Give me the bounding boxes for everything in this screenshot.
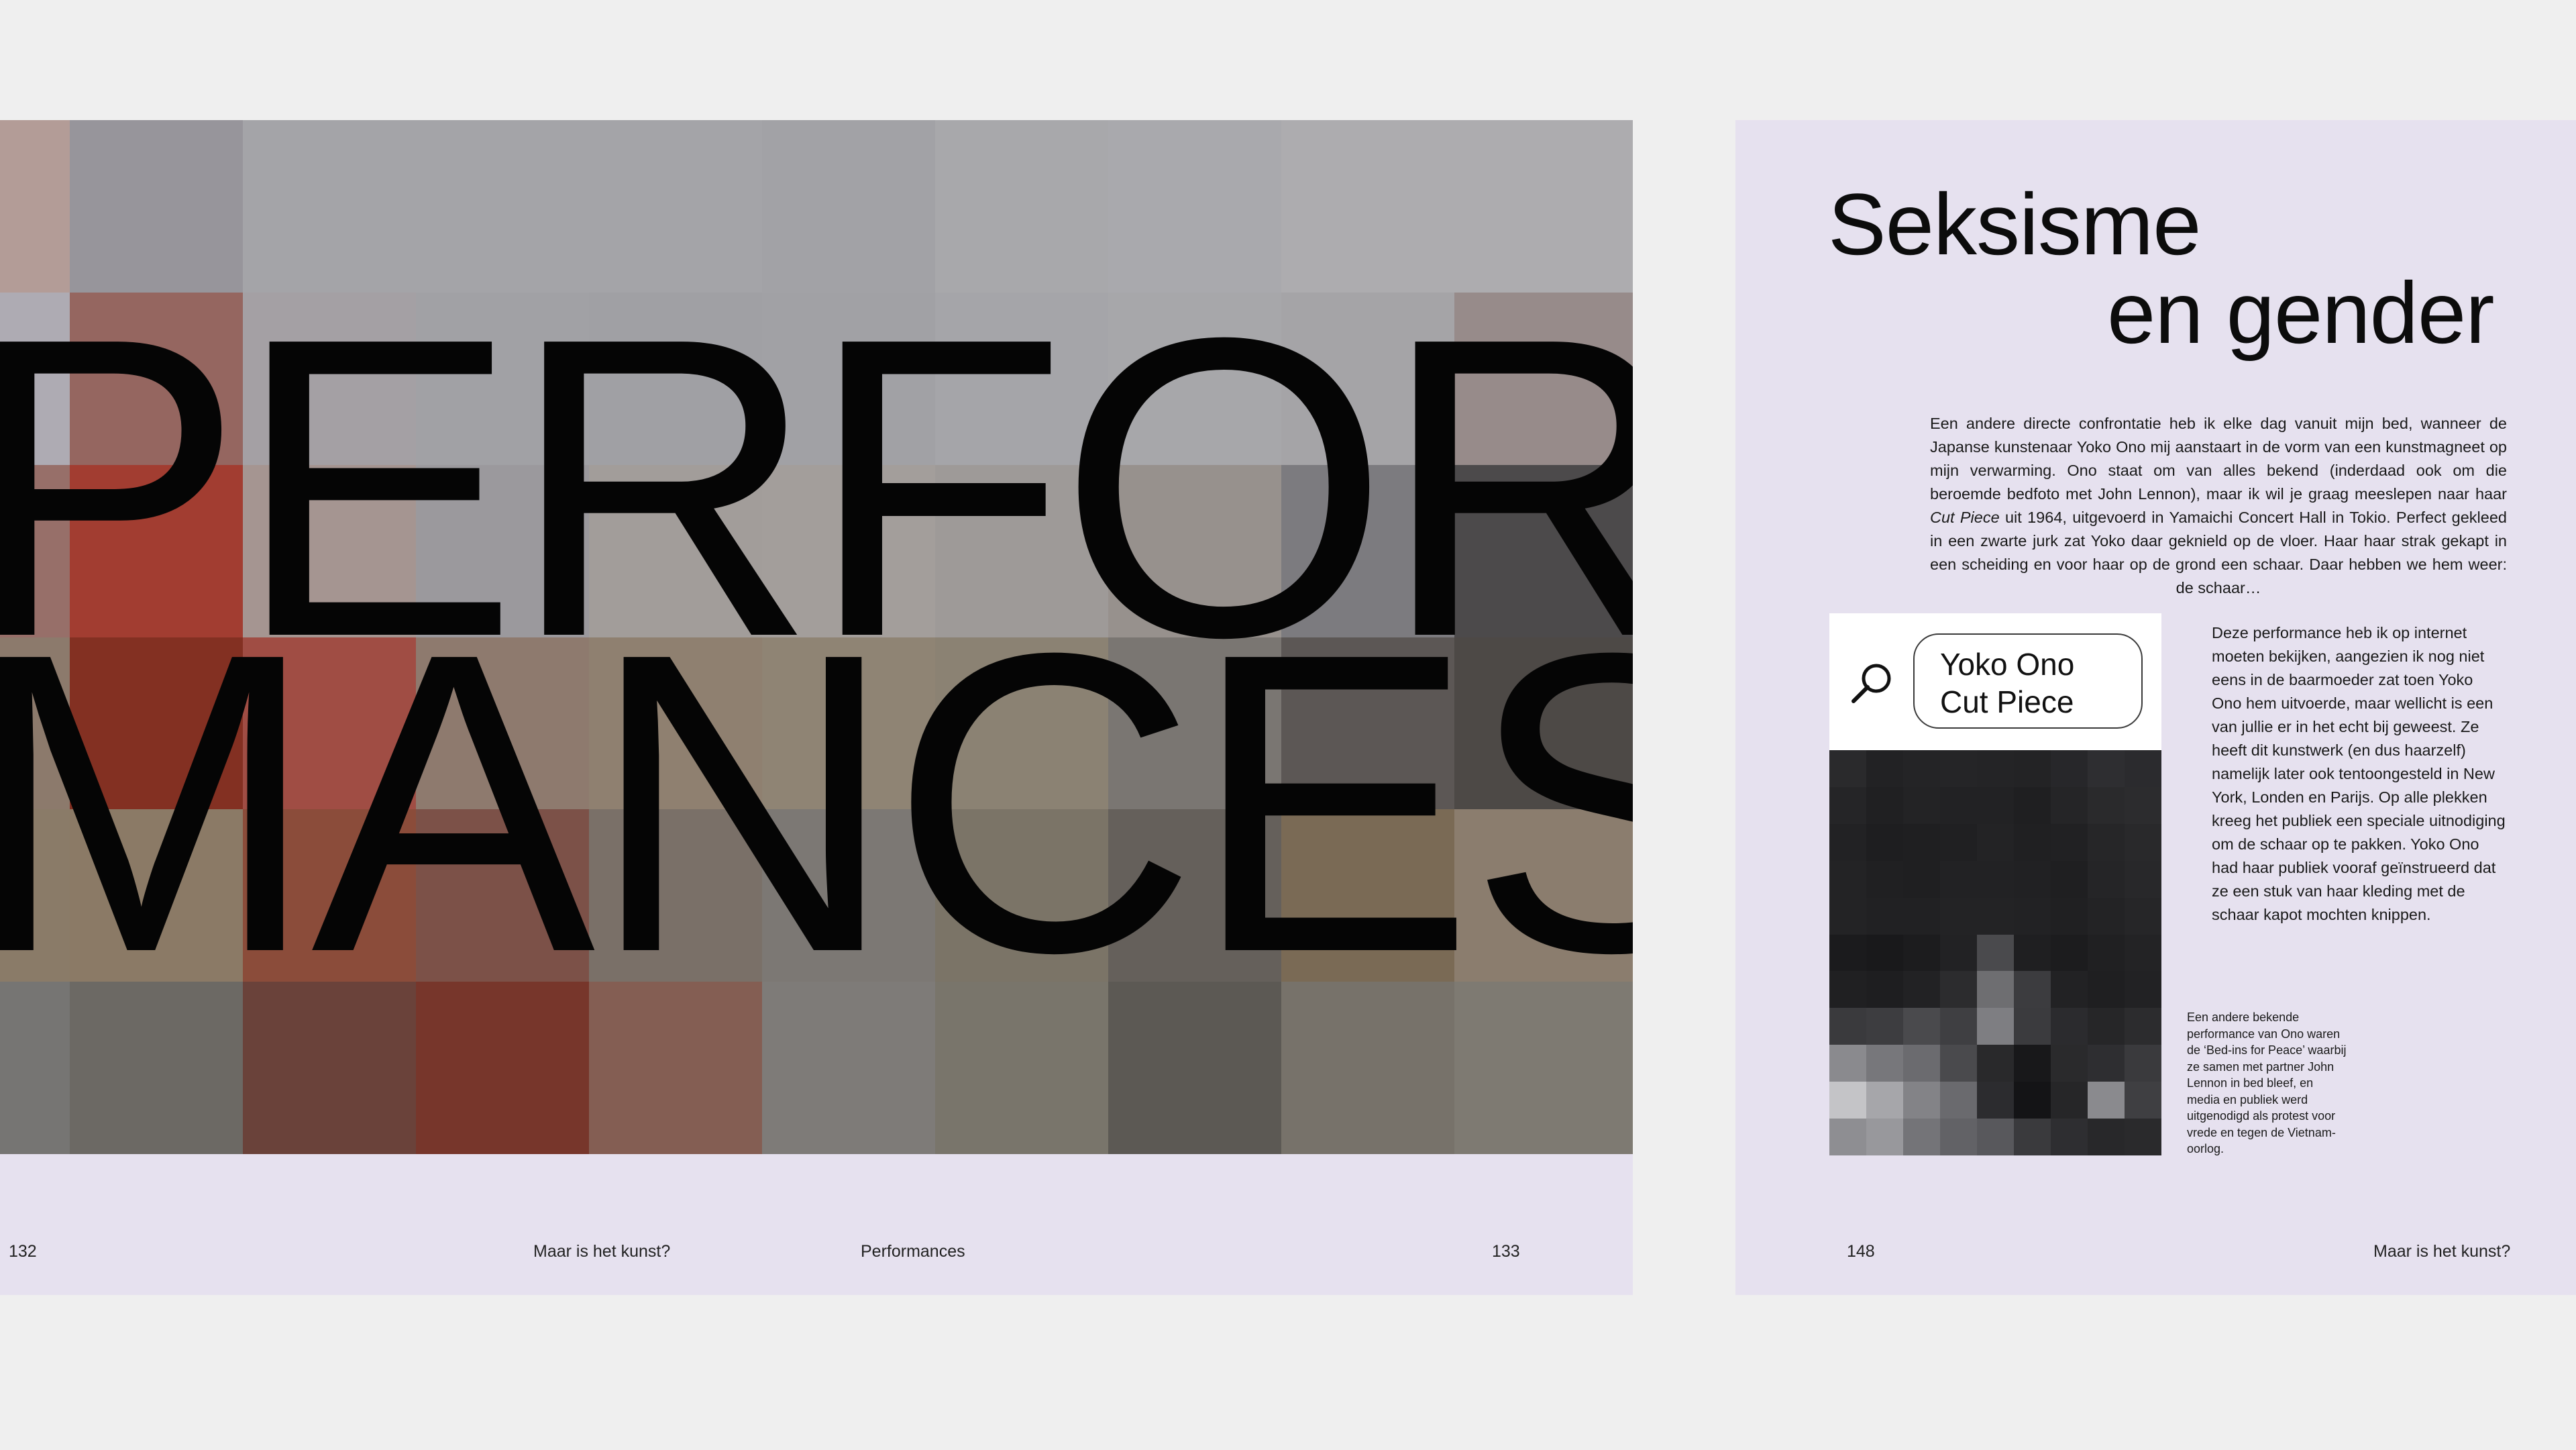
- left-spread: PERFOR MANCES 132 Maar is het kunst? Per…: [0, 120, 1633, 1295]
- page-number-left: 132: [9, 1242, 37, 1261]
- running-head: Maar is het kunst?: [2373, 1242, 2511, 1261]
- search-query-line-1: Yoko Ono: [1940, 647, 2075, 682]
- right-page: Seksisme en gender Een andere directe co…: [1735, 120, 2576, 1295]
- intro-paragraph: Een andere directe confrontatie heb ik e…: [1930, 412, 2507, 600]
- page-number: 148: [1847, 1242, 1875, 1261]
- image-caption: Een andere bekende performance van Ono w…: [2187, 1011, 2347, 1155]
- title-line-1: Seksisme: [1828, 175, 2201, 273]
- title-line-2: en gender: [2107, 264, 2495, 362]
- second-paragraph: Deze performance heb ik op internet moet…: [2212, 624, 2506, 923]
- headline-line-2: MANCES: [0, 564, 1633, 1041]
- search-query-box: Yoko Ono Cut Piece: [1913, 633, 2143, 729]
- running-head-left: Maar is het kunst?: [533, 1242, 671, 1261]
- pixelated-photo: [1829, 750, 2161, 1155]
- search-result-card: Yoko Ono Cut Piece: [1829, 613, 2161, 1155]
- running-head-right: Performances: [861, 1242, 965, 1261]
- page-number-right: 133: [1492, 1242, 1520, 1261]
- magnifier-icon: [1851, 664, 1891, 703]
- artwork-title: Cut Piece: [1930, 509, 2000, 526]
- search-bar: Yoko Ono Cut Piece: [1829, 613, 2161, 750]
- intro-text-start: Een andere directe confrontatie heb ik e…: [1930, 415, 2507, 503]
- intro-text-end: uit 1964, uitgevoerd in Yamaichi Concert…: [1930, 509, 2507, 597]
- search-query-line-2: Cut Piece: [1940, 684, 2074, 719]
